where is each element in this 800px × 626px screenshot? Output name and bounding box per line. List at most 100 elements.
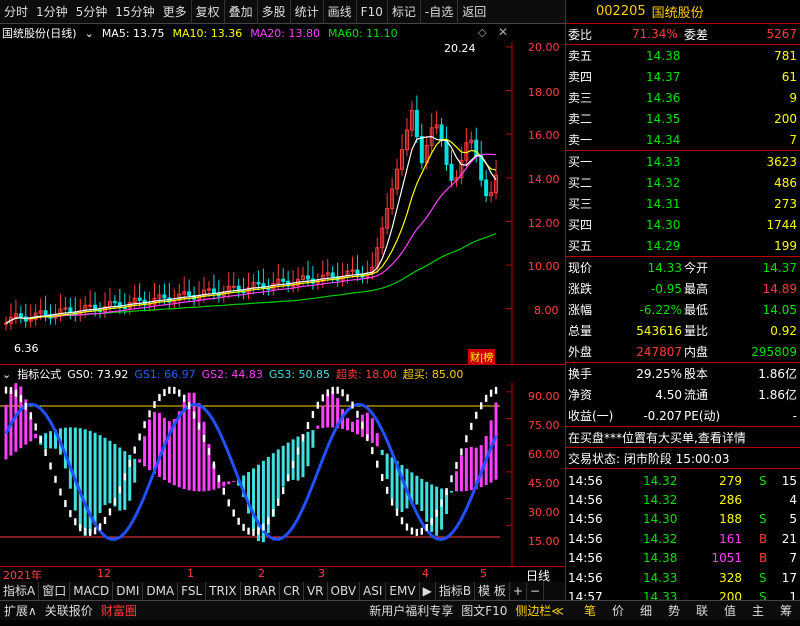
candlestick: [404, 117, 409, 157]
tab-xi[interactable]: 细: [632, 602, 660, 619]
indicator-white-bar: [19, 395, 23, 403]
toolbar-period-1[interactable]: 1分钟: [32, 0, 72, 24]
bid-label: 买五: [568, 239, 593, 253]
ask-row[interactable]: 卖四 14.37 61: [566, 66, 800, 87]
tab-scroll-right[interactable]: ▶: [420, 582, 436, 600]
tab-brar[interactable]: BRAR: [241, 582, 281, 600]
indicator-white-bar: [138, 433, 141, 441]
indicator-white-bar: [168, 386, 171, 394]
ask-row[interactable]: 卖一 14.34 7: [566, 129, 800, 150]
candlestick: [489, 181, 494, 203]
indicator-white-bar: [242, 523, 245, 531]
candlestick: [291, 270, 296, 293]
tab-indicator-a[interactable]: 指标A: [0, 582, 40, 600]
tab-emv[interactable]: EMV: [386, 582, 420, 600]
toolbar-period-2[interactable]: 5分钟: [72, 0, 112, 24]
tab-bi[interactable]: 笔: [576, 602, 604, 619]
bid-row[interactable]: 买三 14.31 273: [566, 193, 800, 214]
related-quotes-button[interactable]: 关联报价: [41, 602, 97, 619]
indicator-white-bar: [465, 435, 468, 443]
time-label-1: 12: [97, 567, 111, 580]
toolbar-period-more[interactable]: 更多: [159, 0, 191, 24]
chevron-down-icon[interactable]: ⌄: [2, 368, 11, 381]
high-price-label: 20.24: [444, 42, 476, 55]
bid-row[interactable]: 买二 14.32 486: [566, 172, 800, 193]
indicator-white-bar: [118, 486, 122, 494]
toolbar-fuquan[interactable]: 复权: [190, 0, 224, 24]
tab-indicator-b[interactable]: 指标B: [436, 582, 476, 600]
ask-row[interactable]: 卖三 14.36 9: [566, 87, 800, 108]
tab-trix[interactable]: TRIX: [206, 582, 241, 600]
tab-shi[interactable]: 势: [660, 602, 688, 619]
indicator-bar: [182, 400, 186, 490]
indicator-chart[interactable]: [0, 382, 565, 566]
ask-price: 14.38: [646, 48, 681, 63]
tab-zhu[interactable]: 主: [744, 602, 772, 619]
caifuquan-button[interactable]: 财富圈: [97, 602, 141, 619]
tab-chou[interactable]: 筹: [772, 602, 800, 619]
chevron-down-icon[interactable]: ⌄: [85, 27, 94, 40]
tab-lian[interactable]: 联: [688, 602, 716, 619]
indicator-white-bar: [455, 461, 458, 469]
toolbar-period-3[interactable]: 15分钟: [111, 0, 158, 24]
toolbar-zixuan[interactable]: -自选: [419, 0, 457, 24]
tick-row: 14:56 14.38 1051 B 7: [566, 549, 800, 568]
ask-label: 卖一: [568, 133, 593, 147]
indicator-bar: [83, 429, 87, 536]
tab-obv[interactable]: OBV: [328, 582, 361, 600]
tab-vr[interactable]: VR: [304, 582, 328, 600]
tab-template[interactable]: 模 板: [475, 582, 510, 600]
toolbar-huaxian[interactable]: 画线: [322, 0, 356, 24]
price-tick-3: 14.00: [528, 173, 560, 186]
ask-price: 14.35: [646, 111, 681, 126]
tab-macd[interactable]: MACD: [70, 582, 114, 600]
toolbar-back[interactable]: 返回: [457, 0, 490, 24]
stat-row: 现价 14.33 今开 14.37: [566, 257, 800, 278]
candlestick: [380, 216, 385, 255]
ask-row[interactable]: 卖五 14.38 781: [566, 45, 800, 66]
indicator-white-bar: [410, 527, 414, 535]
indicator-name[interactable]: 指标公式: [17, 366, 61, 382]
f10-graphic-link[interactable]: 图文F10: [457, 602, 511, 619]
indicator-bar: [73, 427, 77, 511]
tab-cr[interactable]: CR: [280, 582, 304, 600]
tab-jia[interactable]: 价: [604, 602, 632, 619]
toolbar-f10[interactable]: F10: [355, 0, 387, 24]
indicator-bar: [227, 481, 231, 485]
toolbar-duogu[interactable]: 多股: [256, 0, 290, 24]
indicator-bar: [108, 440, 112, 504]
tick-row: 14:56 14.30 188 S 5: [566, 510, 800, 529]
tab-zhi[interactable]: 值: [716, 602, 744, 619]
bid-row[interactable]: 买一 14.33 3623: [566, 151, 800, 172]
zoom-out-button[interactable]: −: [527, 582, 544, 600]
toolbar-tongji[interactable]: 统计: [289, 0, 323, 24]
close-icon[interactable]: ✕: [498, 25, 508, 39]
price-stats: 现价 14.33 今开 14.37 涨跌 -0.95 最高 14.89 涨幅 -6.22% 最低 14…: [566, 257, 800, 363]
indicator-bar: [29, 417, 33, 442]
stat-row: 外盘 247807 内盘 295809: [566, 341, 800, 362]
expand-button[interactable]: 扩展∧: [0, 602, 41, 619]
toolbar-period-0[interactable]: 分时: [0, 0, 32, 24]
bid-row[interactable]: 买五 14.29 199: [566, 235, 800, 256]
promo-link[interactable]: 新用户福利专享: [365, 602, 457, 619]
indicator-white-bar: [178, 389, 181, 397]
zoom-in-button[interactable]: +: [510, 582, 527, 600]
sidebar-toggle[interactable]: 侧边栏≪: [511, 602, 568, 619]
bid-row[interactable]: 买四 14.30 1744: [566, 214, 800, 235]
tab-window[interactable]: 窗口: [39, 582, 71, 600]
caibang-badge[interactable]: 财|榜: [468, 349, 496, 364]
stat-value: 29.25%: [636, 366, 682, 381]
tab-dma[interactable]: DMA: [143, 582, 179, 600]
indicator-bar: [321, 405, 325, 428]
tab-fsl[interactable]: FSL: [178, 582, 207, 600]
candlestick: [340, 262, 345, 287]
diamond-icon[interactable]: ◇: [478, 26, 486, 39]
tab-asi[interactable]: ASI: [360, 582, 387, 600]
main-kline-chart[interactable]: [0, 42, 565, 364]
indicator-white-bar: [346, 394, 349, 402]
ask-row[interactable]: 卖二 14.35 200: [566, 108, 800, 129]
tab-dmi[interactable]: DMI: [113, 582, 144, 600]
toolbar-biaoji[interactable]: 标记: [386, 0, 420, 24]
big-order-notice[interactable]: 在买盘***位置有大买单,查看详情: [566, 427, 800, 448]
toolbar-diejia[interactable]: 叠加: [223, 0, 257, 24]
